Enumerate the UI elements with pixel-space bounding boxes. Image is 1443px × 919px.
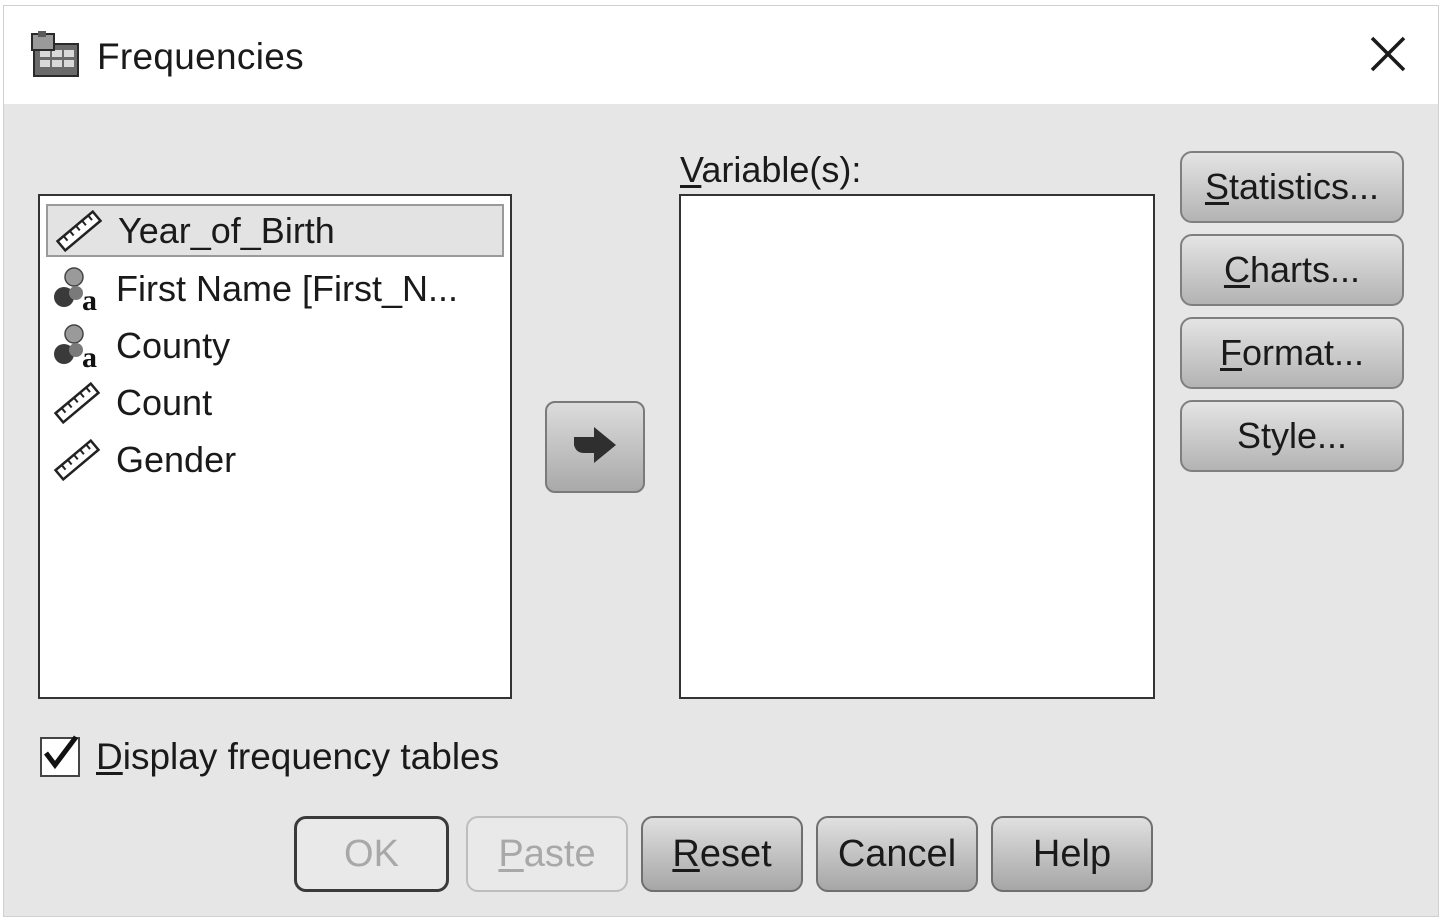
scale-ruler-icon xyxy=(46,437,108,483)
title-bar: Frequencies xyxy=(4,6,1438,104)
nominal-string-icon: a xyxy=(46,323,108,370)
move-to-variables-button[interactable] xyxy=(545,401,645,493)
window-title: Frequencies xyxy=(97,36,304,77)
charts-button[interactable]: Charts... xyxy=(1180,234,1404,306)
scale-ruler-icon xyxy=(48,208,110,254)
close-icon[interactable] xyxy=(1366,32,1410,76)
list-item-label: First Name [First_N... xyxy=(116,267,459,309)
target-variable-list[interactable] xyxy=(679,194,1155,699)
display-frequency-tables-checkbox[interactable]: Display frequency tables xyxy=(40,735,500,778)
paste-button[interactable]: Paste xyxy=(466,816,628,892)
checkbox-label: Display frequency tables xyxy=(96,736,500,777)
reset-button[interactable]: Reset xyxy=(641,816,803,892)
list-item-count[interactable]: Count xyxy=(46,376,504,429)
help-button[interactable]: Help xyxy=(991,816,1153,892)
list-item-label: Gender xyxy=(116,438,237,480)
arrow-right-icon xyxy=(570,423,620,472)
frequencies-dialog: Frequencies Year_of_Birth a First Name [… xyxy=(4,6,1438,916)
svg-text:a: a xyxy=(82,284,97,313)
statistics-button[interactable]: Statistics... xyxy=(1180,151,1404,223)
list-item-label: Count xyxy=(116,381,213,423)
format-button[interactable]: Format... xyxy=(1180,317,1404,389)
list-item-gender[interactable]: Gender xyxy=(46,433,504,486)
style-button[interactable]: Style... xyxy=(1180,400,1404,472)
ok-button[interactable]: OK xyxy=(294,816,449,892)
source-variable-list[interactable]: Year_of_Birth a First Name [First_N... a… xyxy=(38,194,512,699)
scale-ruler-icon xyxy=(46,380,108,426)
list-item-county[interactable]: a County xyxy=(46,319,504,372)
list-item-label: Year_of_Birth xyxy=(118,209,335,251)
nominal-string-icon: a xyxy=(46,266,108,313)
list-item-first-name[interactable]: a First Name [First_N... xyxy=(46,262,504,315)
frequencies-table-icon xyxy=(30,30,84,80)
checkmark-icon xyxy=(44,735,78,770)
variables-label: Variable(s): xyxy=(680,149,862,190)
svg-text:a: a xyxy=(82,341,97,370)
list-item-label: County xyxy=(116,324,231,366)
list-item-year-of-birth[interactable]: Year_of_Birth xyxy=(46,204,504,257)
cancel-button[interactable]: Cancel xyxy=(816,816,978,892)
checkbox-box[interactable] xyxy=(40,735,80,777)
